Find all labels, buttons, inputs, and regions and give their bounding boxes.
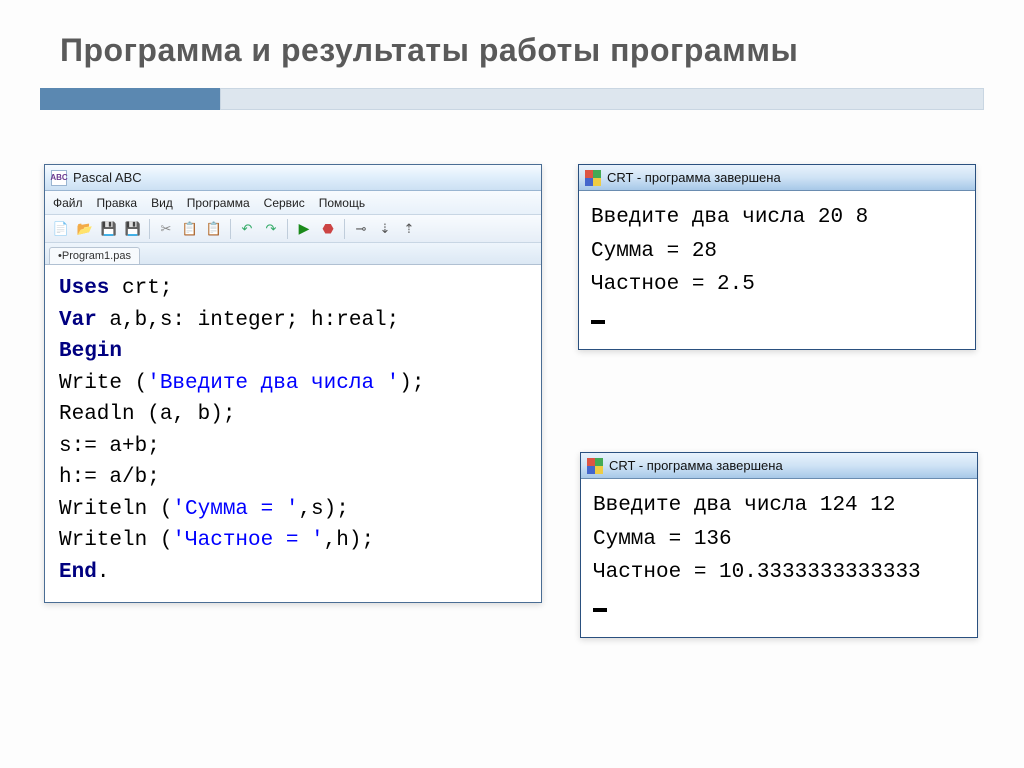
redo-icon[interactable]: ↷ [261, 219, 281, 239]
code-kw-end: End [59, 561, 97, 584]
save-icon[interactable]: 💾 [99, 219, 119, 239]
stop-icon[interactable]: ⬣ [318, 219, 338, 239]
code-text: ,h); [324, 529, 374, 552]
code-text: crt; [109, 277, 172, 300]
ide-titlebar: ABC Pascal ABC [45, 165, 541, 191]
cursor-icon [593, 608, 607, 612]
step-into-icon[interactable]: ⇣ [375, 219, 395, 239]
crt-window-title: CRT - программа завершена [609, 458, 783, 473]
accent-right [220, 88, 984, 110]
code-text: a,b,s: integer; h:real; [97, 309, 399, 332]
code-text: h:= a/b; [59, 466, 160, 489]
code-text: ); [399, 372, 424, 395]
slide-title: Программа и результаты работы программы [60, 32, 798, 69]
crt-app-icon [587, 458, 603, 474]
code-text: . [97, 561, 110, 584]
new-file-icon[interactable]: 📄 [51, 219, 71, 239]
cursor-icon [591, 320, 605, 324]
crt-window-2: CRT - программа завершена Введите два чи… [580, 452, 978, 638]
code-string: 'Сумма = ' [172, 498, 298, 521]
code-text: Readln (a, b); [59, 403, 235, 426]
crt-titlebar: CRT - программа завершена [579, 165, 975, 191]
toolbar: 📄 📂 💾 💾 ✂ 📋 📋 ↶ ↷ ▶ ⬣ ⊸ ⇣ ⇡ [45, 215, 541, 243]
crt-titlebar: CRT - программа завершена [581, 453, 977, 479]
pascal-ide-window: ABC Pascal ABC Файл Правка Вид Программа… [44, 164, 542, 603]
crt-console-output: Введите два числа 124 12 Сумма = 136 Час… [581, 479, 977, 637]
step-icon[interactable]: ⊸ [351, 219, 371, 239]
copy-icon[interactable]: 📋 [180, 219, 200, 239]
crt-app-icon [585, 170, 601, 186]
toolbar-separator [344, 219, 345, 239]
code-text: Write ( [59, 372, 147, 395]
crt-line: Введите два числа 20 8 [591, 206, 868, 229]
code-text: ,s); [298, 498, 348, 521]
code-kw-begin: Begin [59, 340, 122, 363]
save-all-icon[interactable]: 💾 [123, 219, 143, 239]
file-tab[interactable]: •Program1.pas [49, 247, 140, 264]
menu-view[interactable]: Вид [151, 196, 173, 210]
crt-line: Частное = 2.5 [591, 273, 755, 296]
menu-program[interactable]: Программа [187, 196, 250, 210]
code-kw-var: Var [59, 309, 97, 332]
accent-left [40, 88, 220, 110]
code-kw-uses: Uses [59, 277, 109, 300]
crt-line: Введите два числа 124 12 [593, 494, 895, 517]
crt-window-1: CRT - программа завершена Введите два чи… [578, 164, 976, 350]
menu-file[interactable]: Файл [53, 196, 83, 210]
menu-help[interactable]: Помощь [319, 196, 365, 210]
code-editor[interactable]: Uses crt; Var a,b,s: integer; h:real; Be… [45, 265, 541, 602]
code-string: 'Частное = ' [172, 529, 323, 552]
toolbar-separator [230, 219, 231, 239]
open-file-icon[interactable]: 📂 [75, 219, 95, 239]
toolbar-separator [287, 219, 288, 239]
run-icon[interactable]: ▶ [294, 219, 314, 239]
accent-bar [40, 88, 984, 110]
code-text: Writeln ( [59, 529, 172, 552]
code-text: Writeln ( [59, 498, 172, 521]
crt-line: Сумма = 28 [591, 240, 717, 263]
crt-console-output: Введите два числа 20 8 Сумма = 28 Частно… [579, 191, 975, 349]
menu-edit[interactable]: Правка [97, 196, 138, 210]
code-text: s:= a+b; [59, 435, 160, 458]
code-string: 'Введите два числа ' [147, 372, 399, 395]
toolbar-separator [149, 219, 150, 239]
ide-window-title: Pascal ABC [73, 170, 142, 185]
step-out-icon[interactable]: ⇡ [399, 219, 419, 239]
tabbar: •Program1.pas [45, 243, 541, 265]
cut-icon[interactable]: ✂ [156, 219, 176, 239]
crt-window-title: CRT - программа завершена [607, 170, 781, 185]
crt-line: Сумма = 136 [593, 528, 732, 551]
menubar: Файл Правка Вид Программа Сервис Помощь [45, 191, 541, 215]
crt-line: Частное = 10.3333333333333 [593, 561, 921, 584]
undo-icon[interactable]: ↶ [237, 219, 257, 239]
paste-icon[interactable]: 📋 [204, 219, 224, 239]
pascal-abc-icon: ABC [51, 170, 67, 186]
menu-service[interactable]: Сервис [264, 196, 305, 210]
